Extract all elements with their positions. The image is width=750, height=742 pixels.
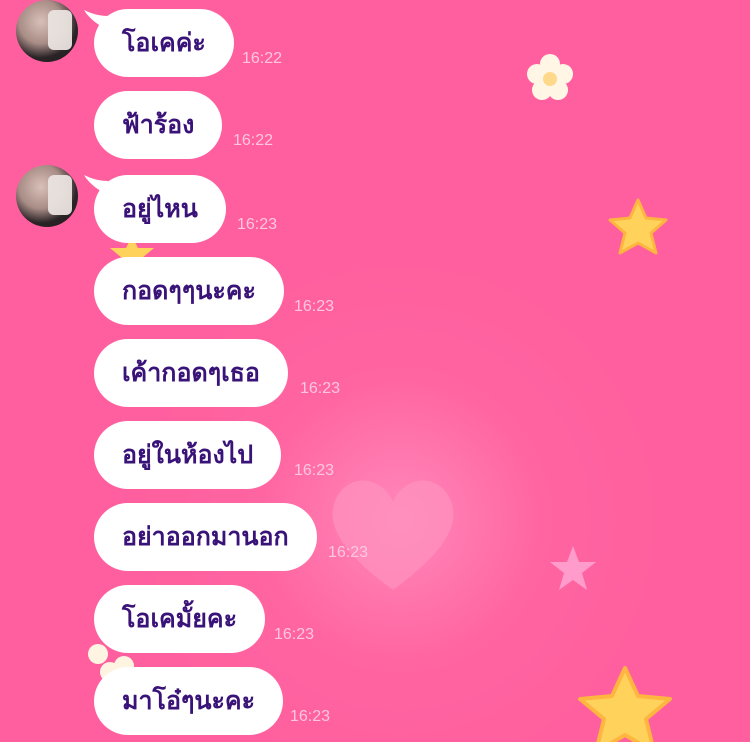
message-bubble[interactable]: โอเคค่ะ — [94, 9, 234, 77]
message-bubble[interactable]: อย่าออกมานอก — [94, 503, 317, 571]
message-timestamp: 16:22 — [242, 50, 283, 67]
message-text: โอเคมั้ยคะ — [122, 604, 237, 633]
message-text: กอดๆๆนะคะ — [122, 276, 256, 305]
message-timestamp: 16:23 — [294, 462, 335, 479]
message-text: อยู่ในห้องไป — [122, 440, 254, 469]
flower-icon — [527, 54, 573, 100]
star-icon — [608, 198, 668, 255]
message-bubble[interactable]: เค้ากอดๆเธอ — [94, 339, 288, 407]
message-bubble[interactable]: อยู่ไหน — [94, 175, 226, 243]
message-text: อย่าออกมานอก — [122, 522, 289, 551]
message-timestamp: 16:23 — [300, 380, 341, 397]
heart-icon — [332, 480, 454, 590]
message-text: อยู่ไหน — [122, 194, 198, 223]
star-icon — [550, 546, 596, 590]
message-text: ฟ้าร้อง — [122, 110, 195, 139]
avatar[interactable] — [16, 0, 78, 62]
message-timestamp: 16:23 — [294, 298, 335, 315]
message-timestamp: 16:23 — [274, 626, 315, 643]
message-timestamp: 16:23 — [290, 708, 331, 725]
message-bubble[interactable]: มาโอ๋ๆนะคะ — [94, 667, 284, 735]
message-bubble[interactable]: โอเคมั้ยคะ — [94, 585, 265, 653]
message-bubble[interactable]: กอดๆๆนะคะ — [94, 257, 284, 325]
message-text: เค้ากอดๆเธอ — [122, 358, 260, 387]
star-icon — [578, 666, 672, 742]
message-bubble[interactable]: ฟ้าร้อง — [94, 91, 223, 159]
avatar[interactable] — [16, 165, 78, 227]
message-timestamp: 16:23 — [328, 544, 369, 561]
message-timestamp: 16:23 — [237, 216, 278, 233]
message-text: มาโอ๋ๆนะคะ — [122, 686, 256, 715]
message-bubble[interactable]: อยู่ในห้องไป — [94, 421, 282, 489]
message-timestamp: 16:22 — [233, 132, 274, 149]
message-text: โอเคค่ะ — [122, 28, 206, 57]
